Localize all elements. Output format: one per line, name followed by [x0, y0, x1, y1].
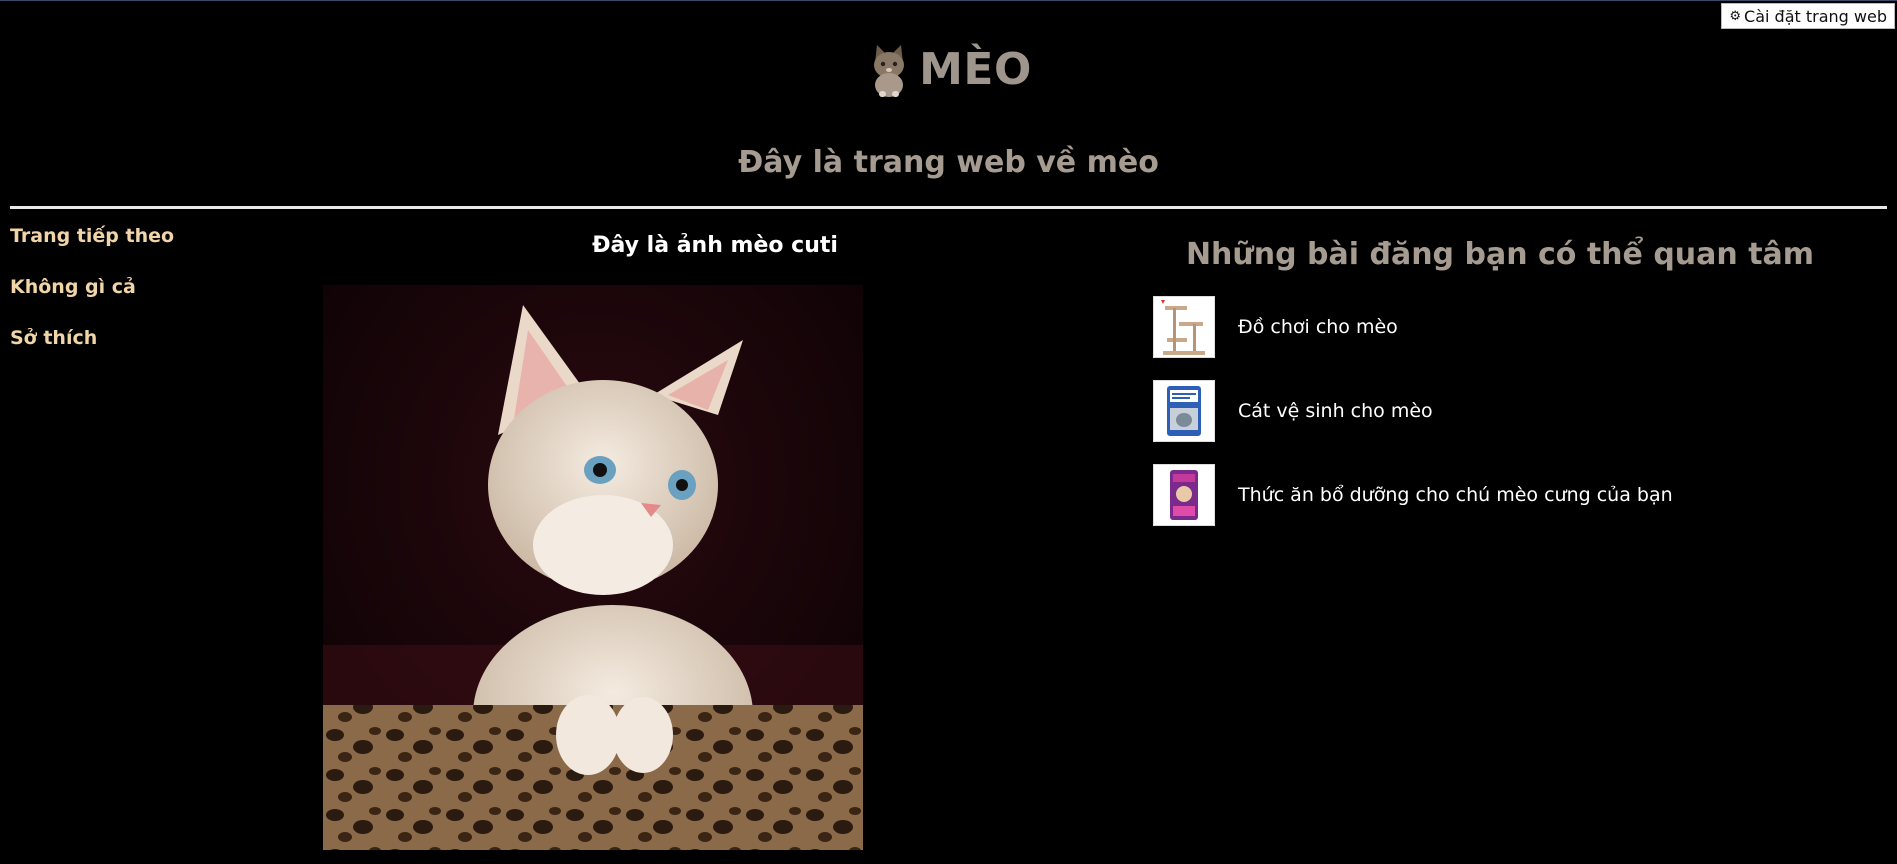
post-item-cat-food[interactable]: Thức ăn bổ dưỡng cho chú mèo cưng của bạ… [1153, 464, 1843, 526]
kitten-photo [323, 285, 863, 850]
suggested-posts-heading: Những bài đăng bạn có thể quan tâm [1185, 237, 1815, 272]
nav-link-next-page[interactable]: Trang tiếp theo [10, 223, 260, 274]
page-title: MÈO [919, 43, 1032, 95]
cat-tree-icon [1153, 296, 1215, 358]
post-title: Cát vệ sinh cho mèo [1238, 400, 1433, 422]
site-title: MÈO [0, 41, 1897, 97]
sidebar-nav: Trang tiếp theo Không gì cả Sở thích [10, 223, 260, 376]
post-item-cat-litter[interactable]: Cát vệ sinh cho mèo [1153, 380, 1843, 442]
suggested-posts: Những bài đăng bạn có thể quan tâm [1150, 237, 1850, 272]
nav-link-hobbies[interactable]: Sở thích [10, 325, 260, 376]
page-subtitle: Đây là trang web về mèo [738, 145, 1159, 180]
main-heading: Đây là ảnh mèo cuti [592, 233, 838, 258]
post-title: Đồ chơi cho mèo [1238, 316, 1398, 338]
header-divider [10, 206, 1887, 209]
cat-litter-bag-icon [1153, 380, 1215, 442]
nav-link-nothing[interactable]: Không gì cả [10, 274, 260, 325]
kitten-logo-icon [874, 45, 905, 97]
cat-food-bag-icon [1153, 464, 1215, 526]
post-title: Thức ăn bổ dưỡng cho chú mèo cưng của bạ… [1238, 484, 1673, 506]
main-content: Đây là ảnh mèo cuti [300, 233, 1130, 258]
post-item-cat-toys[interactable]: Đồ chơi cho mèo [1153, 296, 1843, 358]
site-header: MÈO Đây là trang web về mèo [0, 1, 1897, 209]
